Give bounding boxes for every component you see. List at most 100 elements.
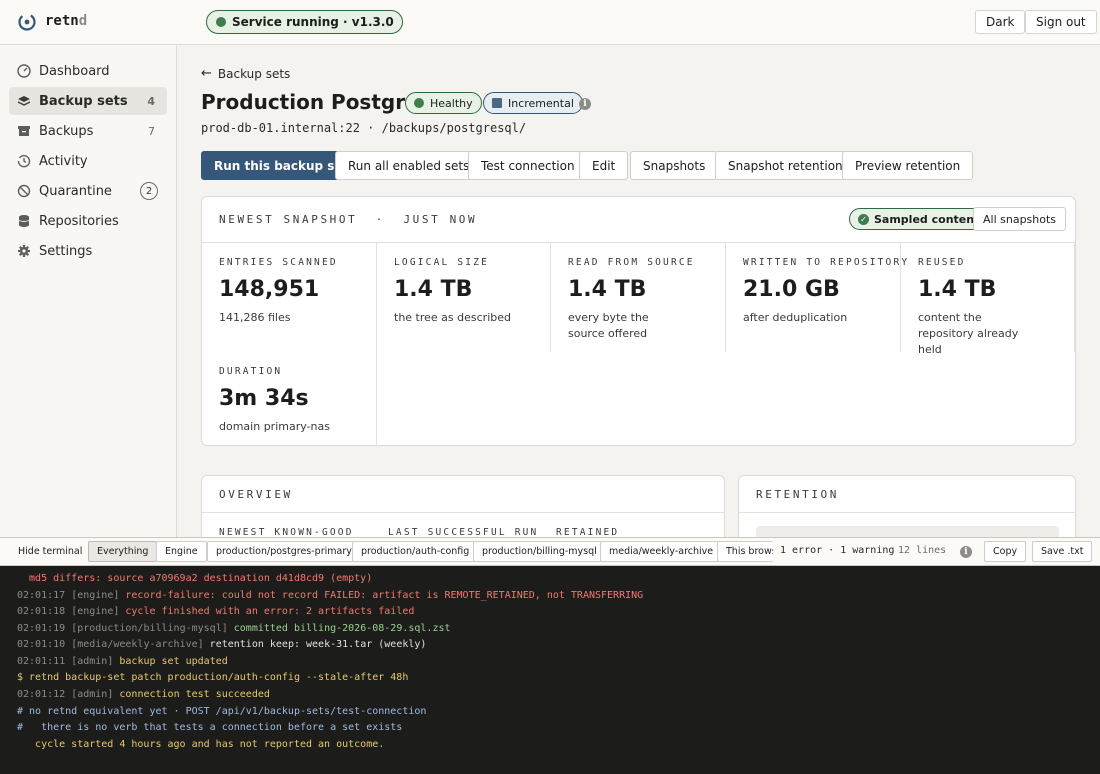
metric-value: 1.4 TB	[394, 277, 473, 302]
terminal-line: cycle started 4 hours ago and has not re…	[17, 739, 384, 750]
sidebar-item-quarantine[interactable]: Quarantine 2	[9, 177, 167, 205]
back-to-backup-sets-link[interactable]: ← Backup sets	[201, 66, 290, 81]
info-icon[interactable]: i	[960, 546, 972, 558]
terminal-line: 02:01:12 [admin] connection test succeed…	[17, 689, 270, 700]
filter-this-browse[interactable]: This browse	[717, 541, 773, 562]
metric-reused: Reused 1.4 TB content the repository alr…	[901, 243, 1075, 356]
metric-label: Logical size	[394, 257, 490, 268]
error-warning-count: 1 error · 1 warning	[780, 545, 895, 556]
sampled-content-badge: ✓ Sampled content	[849, 208, 989, 230]
log-source: [engine]	[71, 606, 120, 617]
sidebar-item-settings[interactable]: Settings	[9, 237, 167, 265]
status-dot-icon	[216, 17, 226, 27]
gear-icon	[17, 244, 31, 258]
snapshot-retention-button[interactable]: Snapshot retention	[715, 151, 856, 180]
metric-label: Reused	[918, 257, 966, 268]
filter-postgres-primary[interactable]: production/postgres-primary	[207, 541, 361, 562]
timestamp: 02:01:18	[17, 606, 66, 617]
back-label: Backup sets	[217, 66, 291, 81]
run-all-enabled-sets-button[interactable]: Run all enabled sets	[335, 151, 483, 180]
metric-sub: every byte the source offered	[568, 311, 649, 340]
filter-engine[interactable]: Engine	[156, 541, 207, 562]
terminal-line-text: backup set updated	[113, 656, 228, 667]
filter-weekly-archive[interactable]: media/weekly-archive	[600, 541, 723, 562]
filter-everything[interactable]: Everything	[88, 541, 158, 562]
sign-out-button[interactable]: Sign out	[1025, 10, 1097, 34]
terminal-output[interactable]: md5 differs: source a70969a2 destination…	[0, 566, 1100, 774]
test-connection-button[interactable]: Test connection	[468, 151, 588, 180]
save-txt-button[interactable]: Save .txt	[1032, 541, 1093, 562]
terminal-line-text: cycle finished with an error: 2 artifact…	[119, 606, 415, 617]
divider	[202, 512, 724, 513]
sidebar-item-repositories[interactable]: Repositories	[9, 207, 167, 235]
timestamp: 02:01:11	[17, 656, 66, 667]
terminal-line: 02:01:11 [admin] backup set updated	[17, 656, 228, 667]
retnd-logo-icon	[18, 13, 36, 31]
terminal-line: 02:01:19 [production/billing-mysql] comm…	[17, 623, 451, 634]
timestamp: 02:01:12	[17, 689, 66, 700]
metric-value: 3m 34s	[219, 386, 309, 411]
terminal-line-text: record-failure: could not record FAILED:…	[119, 590, 644, 601]
brand-name[interactable]: retnd	[45, 13, 87, 29]
metric-label: Entries scanned	[219, 257, 338, 268]
dark-mode-button[interactable]: Dark	[975, 10, 1026, 34]
sidebar-item-label: Repositories	[39, 213, 119, 229]
sidebar-item-backup-sets[interactable]: Backup sets 4	[9, 87, 167, 115]
metric-logical-size: Logical size 1.4 TB the tree as describe…	[377, 243, 551, 352]
metric-sub: 141,286 files	[219, 311, 291, 324]
overview-heading: Overview	[219, 488, 293, 501]
terminal-line: 02:01:18 [engine] cycle finished with an…	[17, 606, 414, 617]
layers-icon	[17, 94, 31, 108]
snapshots-button[interactable]: Snapshots	[630, 151, 719, 180]
snapshot-heading: Newest snapshot · just now	[219, 213, 478, 226]
archive-icon	[17, 124, 31, 138]
sidebar: Dashboard Backup sets 4 Backups 7 Activi…	[0, 45, 177, 537]
sidebar-item-count: 4	[147, 94, 155, 108]
terminal-line: md5 differs: source a70969a2 destination…	[17, 573, 372, 584]
metric-label: Written to repository	[743, 257, 910, 268]
sidebar-item-count: 7	[148, 124, 155, 138]
incremental-icon	[492, 98, 502, 108]
metric-sub: domain primary-nas	[219, 420, 330, 433]
health-badge: Healthy	[405, 92, 482, 114]
sidebar-item-label: Activity	[39, 153, 88, 169]
terminal-line-text: cycle started 4 hours ago and has not re…	[17, 739, 385, 750]
timestamp: 02:01:19	[17, 623, 66, 634]
metric-entries-scanned: Entries scanned 148,951 141,286 files	[202, 243, 377, 352]
terminal-line-text: # there is no verb that tests a connecti…	[17, 722, 403, 733]
sidebar-item-backups[interactable]: Backups 7	[9, 117, 167, 145]
copy-button[interactable]: Copy	[984, 541, 1027, 562]
history-icon	[17, 154, 31, 168]
hide-terminal-button[interactable]: Hide terminal	[9, 541, 91, 562]
metric-label: Duration	[219, 366, 283, 377]
newest-snapshot-card: Newest snapshot · just now Entries scann…	[201, 196, 1076, 446]
divider	[739, 512, 1075, 513]
terminal-line-text: $ retnd backup-set patch production/auth…	[17, 672, 409, 683]
metric-label: Read from source	[568, 257, 695, 268]
status-dot-icon	[414, 98, 424, 108]
mode-badge: Incremental	[483, 92, 583, 114]
metric-sub: content the repository already held	[918, 311, 1019, 356]
terminal-line-text: committed billing-2026-08-29.sql.zst	[227, 623, 451, 634]
filter-auth-config[interactable]: production/auth-config	[352, 541, 479, 562]
health-badge-label: Healthy	[430, 96, 473, 110]
sidebar-item-activity[interactable]: Activity	[9, 147, 167, 175]
filter-billing-mysql[interactable]: production/billing-mysql	[473, 541, 606, 562]
info-icon[interactable]: i	[579, 98, 591, 110]
log-source: [production/billing-mysql]	[71, 623, 228, 634]
sidebar-item-label: Settings	[39, 243, 93, 259]
sidebar-item-dashboard[interactable]: Dashboard	[9, 57, 167, 85]
database-icon	[17, 214, 31, 228]
sampled-label: Sampled content	[874, 212, 980, 226]
terminal-line: $ retnd backup-set patch production/auth…	[17, 672, 408, 683]
block-icon	[17, 184, 31, 198]
all-snapshots-button[interactable]: All snapshots	[973, 207, 1067, 231]
log-source: [admin]	[71, 656, 114, 667]
terminal-line: 02:01:17 [engine] record-failure: could …	[17, 590, 643, 601]
arrow-left-icon: ←	[201, 66, 212, 81]
metric-value: 1.4 TB	[918, 277, 997, 302]
metric-duration: Duration 3m 34s domain primary-nas	[202, 352, 377, 446]
metric-value: 1.4 TB	[568, 277, 647, 302]
edit-button[interactable]: Edit	[579, 151, 629, 180]
preview-retention-button[interactable]: Preview retention	[842, 151, 974, 180]
